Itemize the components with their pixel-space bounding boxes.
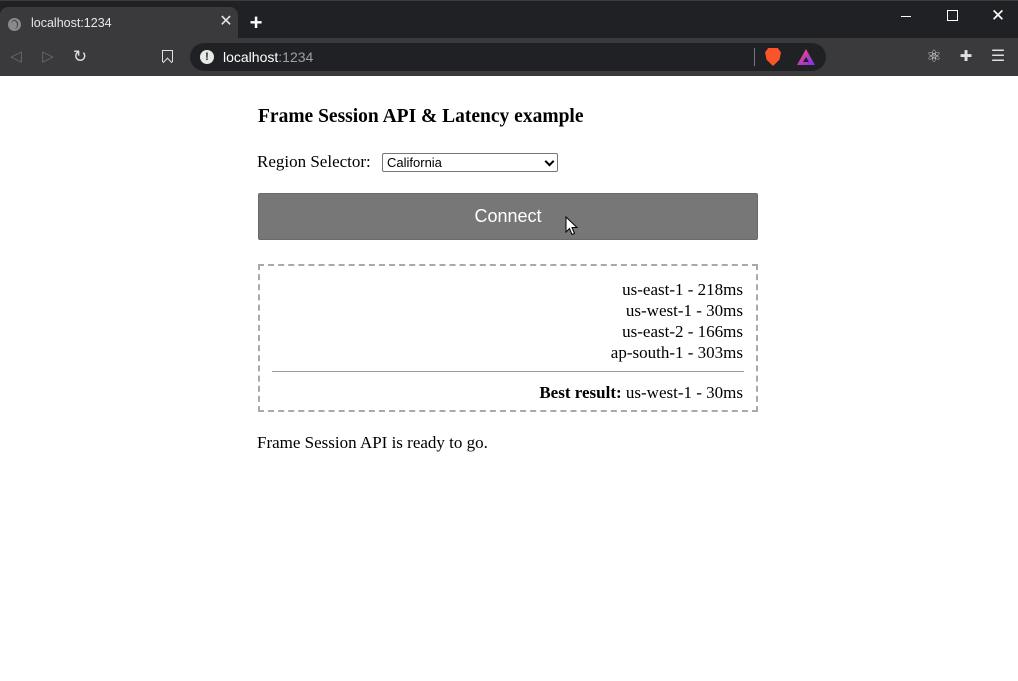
best-result-label: Best result: — [539, 383, 622, 402]
close-window-button[interactable]: ✕ — [986, 6, 1010, 26]
reload-icon[interactable]: ↻ — [70, 47, 90, 67]
brave-rewards-icon[interactable] — [797, 49, 815, 65]
best-result: Best result: us-west-1 - 30ms — [539, 383, 743, 403]
region-selector-label: Region Selector: — [257, 152, 371, 171]
url-host: localhost — [223, 49, 279, 65]
minimize-button[interactable] — [894, 6, 918, 26]
react-devtools-icon[interactable]: ⚛ — [924, 47, 944, 67]
maximize-button[interactable] — [940, 6, 964, 26]
forward-icon[interactable]: ▷ — [38, 47, 58, 67]
browser-toolbar: ◁ ▷ ↻ ! localhost:1234 ⚛ ✚ ☰ — [0, 38, 1018, 76]
chevron-down-icon — [544, 156, 555, 167]
close-tab-icon[interactable]: ✕ — [218, 14, 234, 30]
url-text[interactable]: localhost:1234 — [223, 49, 313, 65]
new-tab-button[interactable]: + — [247, 12, 265, 34]
bookmark-icon[interactable] — [157, 47, 177, 67]
latency-row: us-west-1 - 30ms — [625, 301, 743, 320]
info-icon[interactable]: ! — [200, 50, 214, 64]
latency-row: ap-south-1 - 303ms — [610, 343, 743, 362]
connect-button[interactable]: Connect — [258, 193, 758, 240]
region-select[interactable]: California — [382, 153, 558, 172]
tab-title: localhost:1234 — [31, 16, 112, 30]
status-message: Frame Session API is ready to go. — [257, 433, 488, 452]
divider — [272, 371, 744, 372]
address-separator — [754, 48, 755, 66]
latency-results-box: us-east-1 - 218ms us-west-1 - 30ms us-ea… — [258, 264, 758, 412]
mouse-cursor-icon — [565, 216, 579, 236]
menu-icon[interactable]: ☰ — [988, 47, 1008, 67]
latency-list: us-east-1 - 218ms us-west-1 - 30ms us-ea… — [611, 279, 743, 363]
address-bar[interactable]: ! localhost:1234 — [190, 43, 826, 71]
page-content: Frame Session API & Latency example Regi… — [0, 76, 1018, 681]
extensions-icon[interactable]: ✚ — [956, 47, 976, 67]
latency-row: us-east-1 - 218ms — [622, 280, 743, 299]
url-port: :1234 — [278, 49, 314, 65]
region-select-value: California — [387, 155, 442, 170]
globe-icon — [8, 18, 21, 31]
best-result-value: us-west-1 - 30ms — [621, 383, 743, 402]
latency-row: us-east-2 - 166ms — [622, 322, 743, 341]
back-icon[interactable]: ◁ — [6, 47, 26, 67]
page-title: Frame Session API & Latency example — [258, 106, 584, 127]
brave-shields-icon[interactable] — [765, 48, 781, 66]
browser-titlebar: localhost:1234 ✕ + ✕ — [0, 0, 1018, 39]
browser-tab[interactable]: localhost:1234 ✕ — [0, 7, 238, 39]
